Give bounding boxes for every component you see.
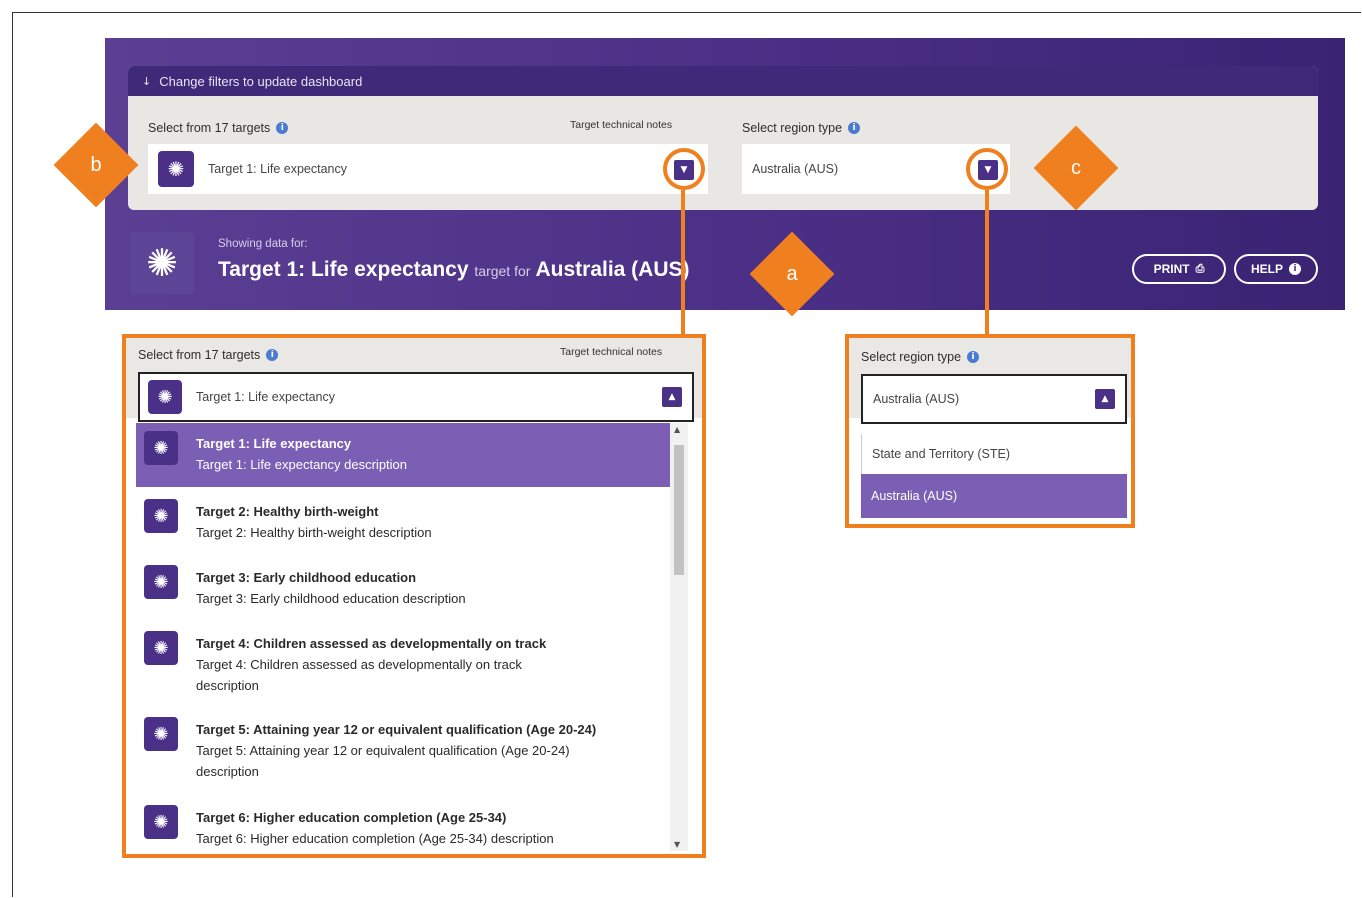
- targets-label-text: Select from 17 targets: [138, 348, 261, 362]
- target-select-value: Target 1: Life expectancy: [208, 162, 347, 176]
- info-icon[interactable]: i: [967, 351, 980, 363]
- showing-title: Target 1: Life expectancy target for Aus…: [218, 258, 690, 282]
- callout-b-label: b: [90, 154, 102, 176]
- targets-label: Select from 17 targets i: [138, 348, 279, 362]
- region-label-text: Select region type: [742, 121, 843, 135]
- info-icon[interactable]: i: [276, 122, 289, 134]
- help-label: HELP: [1250, 262, 1283, 276]
- region-select-value: Australia (AUS): [873, 392, 960, 406]
- print-label: PRINT: [1153, 262, 1190, 276]
- item-desc: description: [196, 678, 259, 693]
- region-option[interactable]: State and Territory (STE): [861, 434, 1127, 474]
- target-dropdown-panel: Select from 17 targets i Target technica…: [122, 334, 706, 858]
- sun-icon: ✺: [158, 151, 194, 187]
- sun-icon: ✺: [144, 565, 178, 599]
- region-dropdown-panel: Select region type i Australia (AUS) ▲ S…: [845, 334, 1135, 528]
- item-desc: Target 3: Early childhood education desc…: [196, 591, 466, 606]
- arrow-down-icon: ↓: [142, 74, 152, 88]
- region-select-value: Australia (AUS): [752, 162, 839, 176]
- item-desc: Target 6: Higher education completion (A…: [196, 831, 554, 846]
- filters-header[interactable]: ↓ Change filters to update dashboard: [128, 66, 1318, 96]
- target-options-list: ✺ Target 1: Life expectancy Target 1: Lif…: [136, 423, 670, 851]
- item-desc: description: [196, 764, 259, 779]
- scrollbar-thumb[interactable]: [674, 445, 684, 575]
- sun-icon: ✺: [144, 631, 178, 665]
- highlight-ring: [966, 148, 1008, 190]
- region-option-selected[interactable]: Australia (AUS): [861, 474, 1127, 518]
- scrollbar[interactable]: ▲ ▼: [670, 423, 688, 851]
- item-title: Target 5: Attaining year 12 or equivalen…: [196, 722, 597, 737]
- list-item[interactable]: ✺ Target 4: Children assessed as develop…: [136, 625, 670, 709]
- connector-line: [985, 190, 989, 336]
- showing-mid: target for: [474, 263, 531, 279]
- region-option-label: State and Territory (STE): [872, 447, 1011, 461]
- item-title: Target 3: Early childhood education: [196, 570, 417, 585]
- callout-c-label: c: [1071, 157, 1081, 179]
- showing-region: Australia (AUS): [535, 258, 690, 281]
- target-select-value: Target 1: Life expectancy: [196, 390, 335, 404]
- item-desc: Target 1: Life expectancy description: [196, 457, 408, 472]
- region-select-open[interactable]: Australia (AUS) ▲: [861, 374, 1127, 424]
- filters-header-text: Change filters to update dashboard: [159, 73, 363, 89]
- region-label: Select region type i: [861, 350, 980, 364]
- callout-a-label: a: [786, 263, 798, 285]
- sun-icon: ✺: [144, 499, 178, 533]
- list-item[interactable]: ✺ Target 2: Healthy birth-weight Target 2…: [136, 493, 670, 555]
- target-select-open[interactable]: ✺ Target 1: Life expectancy ▲: [138, 372, 694, 422]
- region-label: Select region type i: [742, 121, 861, 135]
- sun-icon: ✺: [148, 380, 182, 414]
- info-icon[interactable]: i: [848, 122, 861, 134]
- info-icon[interactable]: i: [266, 349, 279, 361]
- help-button[interactable]: HELP i: [1234, 254, 1318, 284]
- showing-target: Target 1: Life expectancy: [218, 258, 469, 281]
- item-desc: Target 2: Healthy birth-weight descripti…: [196, 525, 432, 540]
- item-title: Target 6: Higher education completion (A…: [196, 810, 507, 825]
- list-item[interactable]: ✺ Target 5: Attaining year 12 or equival…: [136, 711, 670, 795]
- sun-icon: ✺: [130, 232, 194, 294]
- scroll-up-icon[interactable]: ▲: [674, 425, 680, 434]
- sun-icon: ✺: [144, 717, 178, 751]
- chevron-up-icon[interactable]: ▲: [1095, 389, 1115, 409]
- item-desc: Target 5: Attaining year 12 or equivalen…: [196, 743, 570, 758]
- technical-notes-link[interactable]: Target technical notes: [560, 346, 662, 358]
- target-select[interactable]: ✺ Target 1: Life expectancy ▼: [148, 144, 708, 194]
- print-button[interactable]: PRINT ⎙: [1132, 254, 1226, 284]
- list-item[interactable]: ✺ Target 6: Higher education completion …: [136, 799, 670, 851]
- showing-label: Showing data for:: [218, 238, 308, 250]
- targets-label-text: Select from 17 targets: [148, 121, 271, 135]
- sun-icon: ✺: [144, 805, 178, 839]
- list-item[interactable]: ✺ Target 1: Life expectancy Target 1: Lif…: [136, 423, 670, 487]
- region-label-text: Select region type: [861, 350, 962, 364]
- printer-icon: ⎙: [1195, 262, 1205, 275]
- sun-icon: ✺: [144, 431, 178, 465]
- technical-notes-link[interactable]: Target technical notes: [570, 119, 672, 131]
- info-icon: i: [1289, 263, 1301, 275]
- targets-label: Select from 17 targets i: [148, 121, 289, 135]
- item-title: Target 4: Children assessed as developme…: [196, 636, 547, 651]
- region-option-label: Australia (AUS): [871, 489, 958, 503]
- item-title: Target 2: Healthy birth-weight: [196, 504, 379, 519]
- item-desc: Target 4: Children assessed as developme…: [196, 657, 522, 672]
- highlight-ring: [663, 148, 705, 190]
- connector-line: [681, 190, 685, 336]
- list-item[interactable]: ✺ Target 3: Early childhood education Tar…: [136, 559, 670, 621]
- item-title: Target 1: Life expectancy: [196, 436, 352, 451]
- chevron-up-icon[interactable]: ▲: [662, 387, 682, 407]
- scroll-down-icon[interactable]: ▼: [674, 840, 680, 849]
